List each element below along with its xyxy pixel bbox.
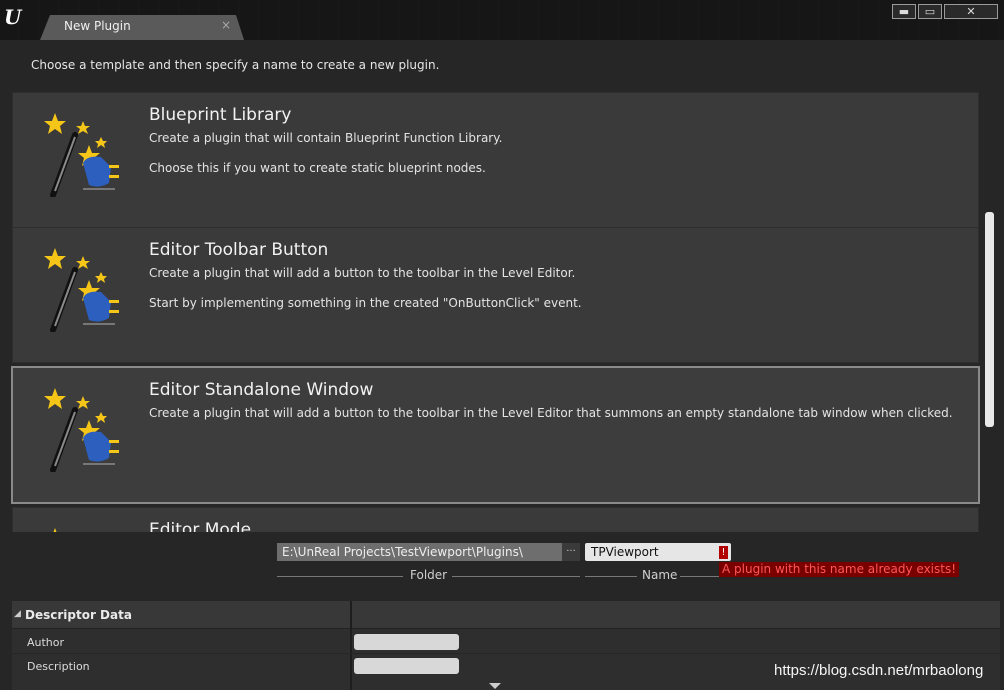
close-button[interactable]: ✕ [944,4,998,19]
description-label: Description [27,660,90,673]
descriptor-data-title: Descriptor Data [25,608,132,622]
folder-browse-button[interactable]: ··· [562,543,580,561]
name-caption-line [680,576,720,577]
template-title: Blueprint Library [149,105,292,125]
instructions-text: Choose a template and then specify a nam… [31,58,440,72]
main-panel: Choose a template and then specify a nam… [0,40,1004,690]
author-input[interactable] [354,634,459,650]
name-caption-line [585,576,637,577]
tab-label: New Plugin [64,19,131,33]
watermark: https://blog.csdn.net/mrbaolong [774,662,984,679]
template-card-editor-toolbar-button[interactable]: Editor Toolbar Button Create a plugin th… [12,227,979,363]
template-title: Editor Toolbar Button [149,240,329,260]
maximize-button[interactable]: ▭ [918,4,942,19]
folder-caption: Folder [410,568,448,582]
folder-caption-line [277,576,403,577]
folder-caption-line [452,576,580,577]
minimize-button[interactable]: ▬ [892,4,916,19]
template-detail: Choose this if you want to create static… [149,161,486,175]
plugin-wand-icon [44,113,119,197]
template-card-editor-mode[interactable]: Editor Mode [12,507,979,532]
name-error-message: A plugin with this name already exists! [719,562,960,577]
plugin-wand-icon [44,248,119,332]
folder-path-input[interactable]: E:\UnReal Projects\TestViewport\Plugins\ [277,543,563,561]
collapse-arrow-icon[interactable]: ◢ [14,609,21,619]
template-list: Blueprint Library Create a plugin that w… [0,92,1004,532]
window-controls: ▬ ▭ ✕ [892,4,998,19]
plugin-name-input[interactable]: TPViewport [585,543,731,561]
plugin-wand-icon [44,388,119,472]
template-detail: Start by implementing something in the c… [149,296,582,310]
author-label: Author [27,636,65,649]
description-input[interactable] [354,658,459,674]
template-title: Editor Standalone Window [149,380,374,400]
expand-more-icon[interactable] [489,683,501,689]
template-description: Create a plugin that will contain Bluepr… [149,131,503,145]
template-description: Create a plugin that will add a button t… [149,406,953,420]
template-card-blueprint-library[interactable]: Blueprint Library Create a plugin that w… [12,92,979,228]
row-divider [12,653,1000,654]
name-caption: Name [642,568,678,582]
template-title: Editor Mode [149,520,252,532]
descriptor-data-header[interactable]: ◢ Descriptor Data [12,601,1000,629]
column-divider[interactable] [350,601,352,690]
error-icon: ! [719,546,728,559]
title-bar: U New Plugin × ▬ ▭ ✕ [0,0,1004,40]
tab-new-plugin[interactable]: New Plugin × [40,15,244,40]
unreal-logo-icon: U [4,5,22,29]
template-card-editor-standalone-window[interactable]: Editor Standalone Window Create a plugin… [11,366,980,504]
template-description: Create a plugin that will add a button t… [149,266,576,280]
plugin-wand-icon [53,528,57,532]
tab-close-icon[interactable]: × [221,18,231,32]
template-list-scrollbar[interactable] [985,212,994,427]
